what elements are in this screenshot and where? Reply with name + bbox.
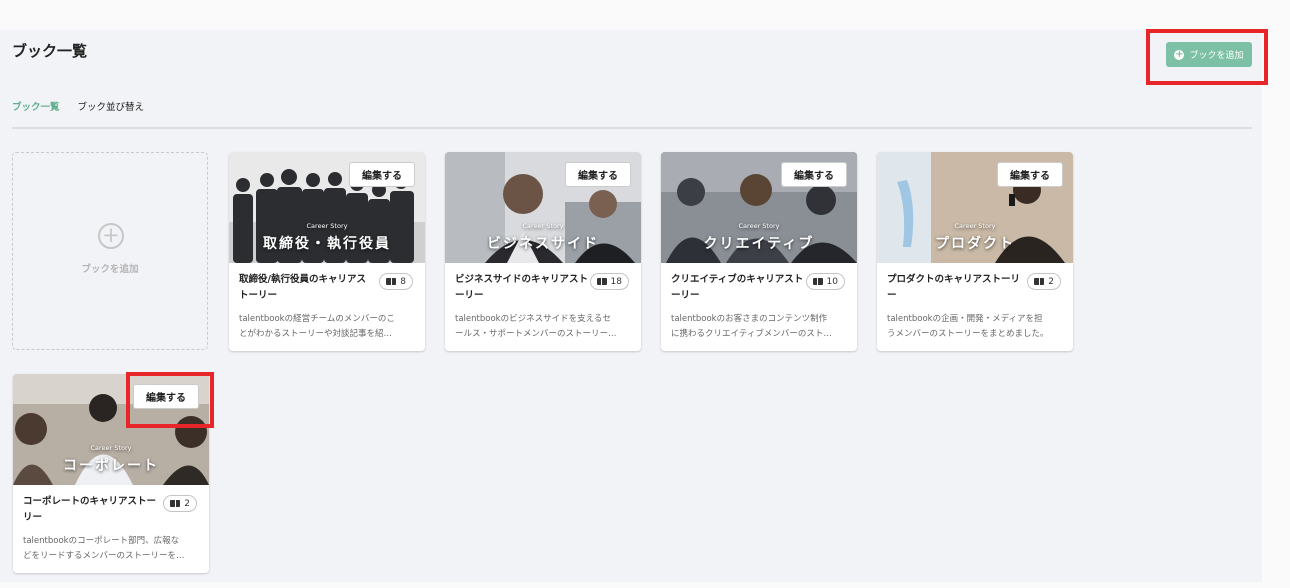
story-count: 2 bbox=[184, 498, 190, 509]
thumb-subtitle: Career Story bbox=[954, 222, 996, 230]
add-book-button[interactable]: + ブックを追加 bbox=[1166, 42, 1252, 67]
book-icon bbox=[812, 278, 823, 285]
book-description: talentbookのコーポレート部門、広報な どをリードするメンバーのストーリ… bbox=[23, 536, 185, 561]
book-card[interactable]: Career Story 取締役・執行役員 編集する 取締役/執行役員のキャリア… bbox=[229, 152, 425, 351]
story-count: 2 bbox=[1048, 276, 1054, 287]
edit-button-highlight bbox=[126, 372, 214, 428]
story-count-badge: 18 bbox=[589, 273, 629, 290]
tab-book-reorder[interactable]: ブック並び替え bbox=[78, 99, 145, 113]
tab-bar: ブック一覧 ブック並び替え bbox=[12, 99, 144, 113]
book-description: talentbookの経営チームのメンバーのこ とがわかるストーリーや対談記事を… bbox=[239, 314, 395, 339]
edit-button[interactable]: 編集する bbox=[781, 162, 847, 187]
thumb-subtitle: Career Story bbox=[306, 222, 348, 230]
plus-circle-icon: + bbox=[1174, 48, 1185, 60]
page-title: ブック一覧 bbox=[12, 42, 88, 60]
book-description: talentbookのビジネスサイドを支えるセ ールス・サポートメンバーのストー… bbox=[455, 314, 617, 339]
thumb-title: クリエイティブ bbox=[703, 236, 815, 252]
thumb-title: ビジネスサイド bbox=[487, 236, 599, 252]
edit-button[interactable]: 編集する bbox=[565, 162, 631, 187]
edit-button[interactable]: 編集する bbox=[997, 162, 1063, 187]
book-icon bbox=[170, 500, 181, 507]
book-title: コーポレートのキャリアストーリー bbox=[23, 496, 157, 523]
book-title: ビジネスサイドのキャリアストーリー bbox=[455, 274, 589, 301]
story-count-badge: 2 bbox=[1027, 273, 1061, 290]
add-book-card-label: ブックを追加 bbox=[81, 264, 139, 275]
add-book-card[interactable]: + ブックを追加 bbox=[12, 152, 208, 350]
story-count-badge: 10 bbox=[805, 273, 845, 290]
story-count: 10 bbox=[826, 276, 838, 287]
book-description: talentbookの企画・開発・メディアを担 うメンバーのストーリーをまとめま… bbox=[887, 314, 1049, 339]
thumb-subtitle: Career Story bbox=[522, 222, 564, 230]
add-book-button-label: ブックを追加 bbox=[1189, 51, 1244, 61]
plus-circle-icon: + bbox=[98, 223, 124, 249]
book-icon bbox=[386, 278, 397, 285]
thumb-title: 取締役・執行役員 bbox=[263, 236, 391, 252]
tab-book-list[interactable]: ブック一覧 bbox=[12, 99, 60, 113]
book-title: 取締役/執行役員のキャリアストーリー bbox=[239, 274, 366, 301]
book-title: プロダクトのキャリアストーリー bbox=[887, 274, 1021, 301]
edit-button[interactable]: 編集する bbox=[349, 162, 415, 187]
thumb-subtitle: Career Story bbox=[90, 444, 132, 452]
book-title: クリエイティブのキャリアストーリー bbox=[671, 274, 804, 301]
thumb-title: プロダクト bbox=[935, 236, 1015, 252]
book-icon bbox=[596, 278, 607, 285]
book-card[interactable]: Career Story クリエイティブ 編集する クリエイティブのキャリアスト… bbox=[661, 152, 857, 351]
story-count: 8 bbox=[400, 276, 406, 287]
story-count-badge: 2 bbox=[163, 495, 197, 512]
thumb-title: コーポレート bbox=[63, 458, 159, 474]
tabs-divider bbox=[12, 127, 1252, 129]
book-icon bbox=[1034, 278, 1045, 285]
book-description: talentbookのお客さまのコンテンツ制作 に携わるクリエイティブメンバーの… bbox=[671, 314, 832, 339]
story-count-badge: 8 bbox=[379, 273, 413, 290]
book-card[interactable]: Career Story プロダクト 編集する プロダクトのキャリアストーリー … bbox=[877, 152, 1073, 351]
book-card[interactable]: Career Story ビジネスサイド 編集する ビジネスサイドのキャリアスト… bbox=[445, 152, 641, 351]
story-count: 18 bbox=[610, 276, 622, 287]
thumb-subtitle: Career Story bbox=[738, 222, 780, 230]
